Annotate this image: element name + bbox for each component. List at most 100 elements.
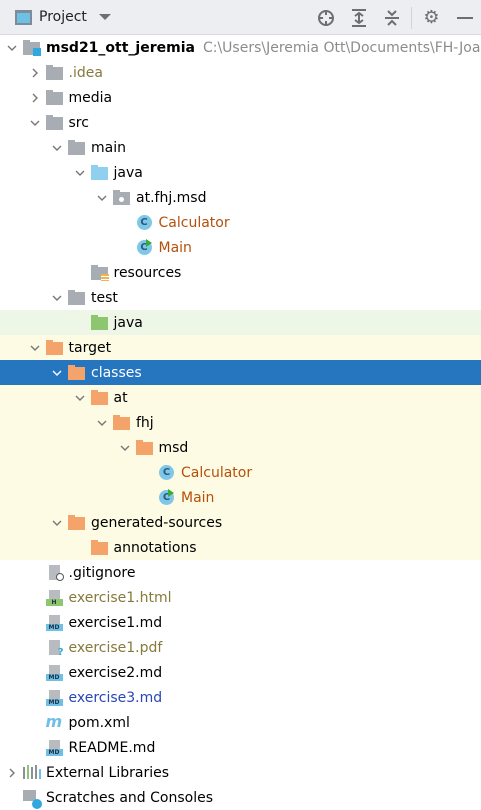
chevron-right-icon[interactable]: [24, 85, 46, 110]
tree-node-label: exercise3.md: [68, 689, 163, 706]
package-icon: [113, 189, 131, 206]
tree-node-annotations[interactable]: annotations: [0, 535, 481, 560]
tree-node-label: src: [68, 114, 89, 131]
chevron-down-icon[interactable]: [114, 435, 136, 460]
tree-node-main[interactable]: C Main: [0, 235, 481, 260]
tree-node-exercise3-md[interactable]: MD exercise3.md: [0, 685, 481, 710]
collapse-all-icon[interactable]: [375, 0, 408, 35]
class-run-icon: C: [158, 488, 176, 506]
tree-node-external-libraries[interactable]: External Libraries: [0, 760, 481, 785]
folder-grey-icon: [68, 289, 86, 306]
tree-node-java[interactable]: java: [0, 160, 481, 185]
chevron-down-icon[interactable]: [46, 510, 68, 535]
tree-node-readme-md[interactable]: MD README.md: [0, 735, 481, 760]
tree-node-label: classes: [91, 364, 142, 381]
project-toolwindow-header: Project ⚙: [0, 0, 481, 35]
tree-node-calculator[interactable]: C Calculator: [0, 460, 481, 485]
chevron-right-icon[interactable]: [24, 60, 46, 85]
tree-node-label: java: [113, 314, 143, 331]
folder-grey-icon: [68, 139, 86, 156]
chevron-down-icon[interactable]: [24, 335, 46, 360]
class-run-icon: C: [136, 238, 154, 256]
file-ignore-icon: [46, 564, 64, 581]
tree-node-label: Calculator: [181, 464, 253, 481]
tree-node-pom-xml[interactable]: m pom.xml: [0, 710, 481, 735]
tree-node-label: msd: [158, 439, 189, 456]
tree-node-fhj[interactable]: fhj: [0, 410, 481, 435]
module-path: C:\Users\Jeremia Ott\Documents\FH-Joan_(: [202, 39, 481, 56]
chevron-down-icon[interactable]: [98, 14, 111, 20]
chevron-down-icon[interactable]: [24, 110, 46, 135]
locate-icon[interactable]: [309, 0, 342, 35]
tree-node-exercise1-pdf[interactable]: ? exercise1.pdf: [0, 635, 481, 660]
tree-node-label: generated-sources: [91, 514, 223, 531]
chevron-down-icon[interactable]: [91, 410, 113, 435]
chevron-down-icon[interactable]: [46, 135, 68, 160]
chevron-down-icon[interactable]: [69, 385, 91, 410]
tree-node-label: java: [113, 164, 143, 181]
tree-node-label: at.fhj.msd: [136, 189, 207, 206]
tree-node-idea[interactable]: .idea: [0, 60, 481, 85]
tree-node-label: test: [91, 289, 118, 306]
tree-node-exercise2-md[interactable]: MD exercise2.md: [0, 660, 481, 685]
tree-node-label: .idea: [68, 64, 103, 81]
tree-node-msd[interactable]: msd: [0, 435, 481, 460]
tree-node-at[interactable]: at: [0, 385, 481, 410]
chevron-down-icon[interactable]: [46, 285, 68, 310]
minimize-icon[interactable]: [448, 0, 481, 35]
folder-grey-icon: [45, 114, 64, 131]
tree-node-exercise1-html[interactable]: Hexercise1.html: [0, 585, 481, 610]
folder-grey-icon: [45, 89, 64, 106]
folder-blue-icon: [90, 164, 109, 181]
tree-node-label: exercise2.md: [68, 664, 163, 681]
tree-node-label: exercise1.md: [68, 614, 163, 631]
tree-node-src[interactable]: src: [0, 110, 481, 135]
project-view-selector[interactable]: Project: [39, 9, 87, 25]
folder-green-icon: [90, 314, 109, 331]
folder-orange-icon: [45, 339, 64, 356]
file-html-icon: H: [45, 589, 64, 606]
tree-node-java[interactable]: java: [0, 310, 481, 335]
tree-node-label: Main: [158, 239, 192, 256]
folder-orange-icon: [135, 439, 154, 456]
tree-node-scratches-and-consoles[interactable]: Scratches and Consoles: [0, 785, 481, 810]
tree-node-gitignore[interactable]: .gitignore: [0, 560, 481, 585]
tree-node-label: External Libraries: [46, 764, 169, 781]
chevron-down-icon[interactable]: [91, 185, 113, 210]
tree-node-main[interactable]: main: [0, 135, 481, 160]
tree-node-media[interactable]: media: [0, 85, 481, 110]
tree-node-msd21-ott-jeremia[interactable]: msd21_ott_jeremia C:\Users\Jeremia Ott\Do…: [0, 35, 481, 60]
tree-node-label: resources: [113, 264, 182, 281]
tree-node-classes[interactable]: classes: [0, 360, 481, 385]
tree-node-test[interactable]: test: [0, 285, 481, 310]
tree-node-calculator[interactable]: C Calculator: [0, 210, 481, 235]
module-icon: [23, 39, 41, 56]
chevron-down-icon[interactable]: [46, 360, 68, 385]
folder-orange-icon: [68, 364, 86, 381]
tree-node-exercise1-md[interactable]: MD exercise1.md: [0, 610, 481, 635]
libraries-icon: [23, 764, 41, 781]
tree-node-generated-sources[interactable]: generated-sources: [0, 510, 481, 535]
chevron-down-icon[interactable]: [1, 35, 23, 60]
tree-node-label: exercise1.html: [68, 589, 172, 606]
tree-node-main[interactable]: C Main: [0, 485, 481, 510]
project-tree[interactable]: msd21_ott_jeremia C:\Users\Jeremia Ott\Do…: [0, 35, 481, 810]
tree-node-at-fhj-msd[interactable]: at.fhj.msd: [0, 185, 481, 210]
chevron-right-icon[interactable]: [1, 760, 23, 785]
chevron-down-icon[interactable]: [69, 160, 91, 185]
tree-node-target[interactable]: target: [0, 335, 481, 360]
file-md-icon: MD: [45, 689, 64, 706]
gear-icon[interactable]: ⚙: [415, 0, 448, 35]
tree-node-resources[interactable]: resources: [0, 260, 481, 285]
class-icon: C: [158, 464, 176, 481]
expand-all-icon[interactable]: [342, 0, 375, 35]
